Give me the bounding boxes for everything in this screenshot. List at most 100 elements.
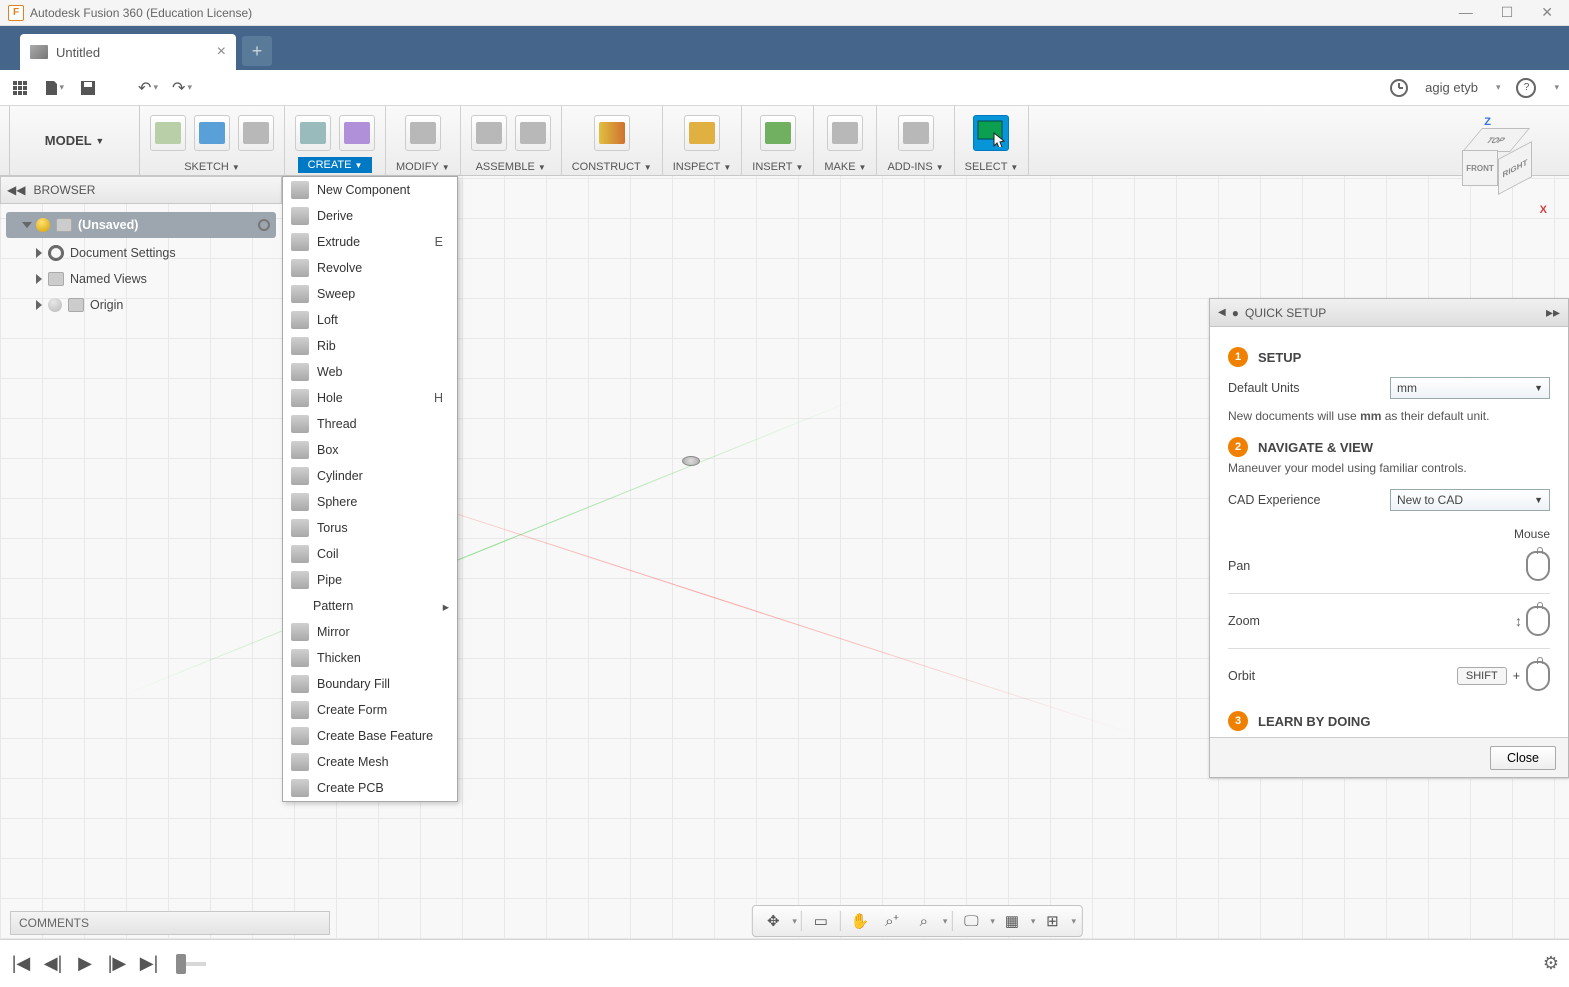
select-tool-1[interactable] — [973, 115, 1009, 151]
menu-item-thread[interactable]: Thread — [283, 411, 457, 437]
close-button[interactable]: Close — [1490, 746, 1556, 770]
display-settings-button[interactable]: 🖵 — [956, 908, 986, 934]
comments-panel-header[interactable]: COMMENTS — [10, 911, 330, 935]
timeline-start-button[interactable]: |◀ — [10, 953, 32, 974]
create-tool-1[interactable] — [295, 115, 331, 151]
menu-item-sphere[interactable]: Sphere — [283, 489, 457, 515]
orbit-button[interactable]: ✥ — [758, 908, 788, 934]
file-menu-button[interactable]: ▾ — [44, 78, 64, 98]
ribbon-label-insert[interactable]: INSERT▼ — [752, 161, 803, 173]
collapse-icon[interactable]: ◀◀ — [7, 183, 25, 197]
save-button[interactable] — [78, 78, 98, 98]
timeline-forward-button[interactable]: |▶ — [106, 953, 128, 974]
modify-tool-1[interactable] — [405, 115, 441, 151]
fit-button[interactable]: ⌕ — [909, 908, 939, 934]
activate-icon[interactable] — [258, 219, 270, 231]
tree-item-document-settings[interactable]: Document Settings — [0, 240, 282, 266]
menu-item-loft[interactable]: Loft — [283, 307, 457, 333]
sketch-tool-2[interactable] — [194, 115, 230, 151]
ribbon-label-make[interactable]: MAKE▼ — [824, 161, 866, 173]
menu-item-cylinder[interactable]: Cylinder — [283, 463, 457, 489]
ribbon-label-construct[interactable]: CONSTRUCT▼ — [572, 161, 652, 173]
menu-item-web[interactable]: Web — [283, 359, 457, 385]
menu-item-pipe[interactable]: Pipe — [283, 567, 457, 593]
minimize-button[interactable]: — — [1459, 4, 1473, 21]
expand-icon[interactable] — [36, 300, 42, 310]
menu-item-rib[interactable]: Rib — [283, 333, 457, 359]
ribbon-label-assemble[interactable]: ASSEMBLE▼ — [476, 161, 546, 173]
expand-icon[interactable] — [22, 222, 32, 228]
lightbulb-icon[interactable] — [36, 218, 50, 232]
menu-item-sweep[interactable]: Sweep — [283, 281, 457, 307]
insert-tool-1[interactable] — [760, 115, 796, 151]
ribbon-label-create[interactable]: CREATE▼ — [298, 157, 373, 173]
user-name[interactable]: agig etyb — [1425, 80, 1478, 95]
tree-root[interactable]: (Unsaved) — [6, 212, 276, 238]
browser-header[interactable]: ◀◀ BROWSER — [0, 176, 282, 204]
assemble-tool-2[interactable] — [515, 115, 551, 151]
menu-item-create-form[interactable]: Create Form — [283, 697, 457, 723]
menu-item-torus[interactable]: Torus — [283, 515, 457, 541]
timeline-track[interactable] — [176, 962, 206, 966]
pan-button[interactable]: ✋ — [845, 908, 875, 934]
menu-item-extrude[interactable]: ExtrudeE — [283, 229, 457, 255]
sketch-tool-3[interactable] — [238, 115, 274, 151]
ribbon-label-select[interactable]: SELECT▼ — [965, 161, 1019, 173]
tree-item-named-views[interactable]: Named Views — [0, 266, 282, 292]
make-tool-1[interactable] — [827, 115, 863, 151]
ribbon-label-modify[interactable]: MODIFY▼ — [396, 161, 450, 173]
menu-item-derive[interactable]: Derive — [283, 203, 457, 229]
close-tab-button[interactable]: × — [217, 43, 226, 61]
menu-item-pattern[interactable]: Pattern — [283, 593, 457, 619]
timeline-settings-button[interactable]: ⚙ — [1543, 953, 1559, 974]
workspace-switcher[interactable]: MODEL ▼ — [10, 106, 140, 175]
new-tab-button[interactable]: + — [242, 36, 272, 66]
look-at-button[interactable]: ▭ — [806, 908, 836, 934]
menu-item-create-pcb[interactable]: Create PCB — [283, 775, 457, 801]
expand-icon[interactable] — [36, 274, 42, 284]
viewport-button[interactable]: ⊞ — [1037, 908, 1067, 934]
assemble-tool-1[interactable] — [471, 115, 507, 151]
inspect-tool-1[interactable] — [684, 115, 720, 151]
menu-item-revolve[interactable]: Revolve — [283, 255, 457, 281]
menu-item-coil[interactable]: Coil — [283, 541, 457, 567]
timeline-end-button[interactable]: ▶| — [138, 953, 160, 974]
sketch-tool-1[interactable] — [150, 115, 186, 151]
expand-button[interactable]: ▸▸ — [1546, 304, 1560, 321]
expand-icon[interactable] — [36, 248, 42, 258]
close-window-button[interactable]: ✕ — [1541, 4, 1553, 21]
grid-settings-button[interactable]: ▦ — [997, 908, 1027, 934]
menu-item-hole[interactable]: HoleH — [283, 385, 457, 411]
document-tab[interactable]: Untitled × — [20, 34, 236, 70]
menu-item-create-mesh[interactable]: Create Mesh — [283, 749, 457, 775]
tree-item-origin[interactable]: Origin — [0, 292, 282, 318]
ribbon-label-addins[interactable]: ADD-INS▼ — [887, 161, 943, 173]
view-cube[interactable]: Z TOP FRONT RIGHT X — [1451, 124, 1541, 214]
construct-tool-1[interactable] — [594, 115, 630, 151]
timeline-play-button[interactable]: ▶ — [74, 953, 96, 974]
create-tool-2[interactable] — [339, 115, 375, 151]
timeline-back-button[interactable]: ◀| — [42, 953, 64, 974]
menu-item-create-base-feature[interactable]: Create Base Feature — [283, 723, 457, 749]
redo-button[interactable]: ↷▾ — [172, 78, 192, 98]
undo-button[interactable]: ↶▾ — [138, 78, 158, 98]
help-button[interactable]: ? — [1516, 78, 1536, 98]
lightbulb-off-icon[interactable] — [48, 298, 62, 312]
timeline-handle[interactable] — [176, 954, 186, 974]
addins-tool-1[interactable] — [898, 115, 934, 151]
data-panel-button[interactable] — [10, 78, 30, 98]
menu-item-boundary-fill[interactable]: Boundary Fill — [283, 671, 457, 697]
job-status-button[interactable] — [1389, 78, 1409, 98]
default-units-select[interactable]: mm▼ — [1390, 377, 1550, 399]
menu-item-new-component[interactable]: New Component — [283, 177, 457, 203]
ribbon-label-inspect[interactable]: INSPECT▼ — [673, 161, 732, 173]
ribbon-label-sketch[interactable]: SKETCH▼ — [184, 161, 240, 173]
maximize-button[interactable]: ☐ — [1501, 4, 1514, 21]
viewcube-front[interactable]: FRONT — [1462, 150, 1498, 186]
cad-experience-select[interactable]: New to CAD▼ — [1390, 489, 1550, 511]
menu-item-thicken[interactable]: Thicken — [283, 645, 457, 671]
quick-setup-header[interactable]: ◀ ● QUICK SETUP ▸▸ — [1210, 299, 1568, 327]
zoom-button[interactable]: ⌕⁺ — [877, 908, 907, 934]
menu-item-mirror[interactable]: Mirror — [283, 619, 457, 645]
menu-item-box[interactable]: Box — [283, 437, 457, 463]
